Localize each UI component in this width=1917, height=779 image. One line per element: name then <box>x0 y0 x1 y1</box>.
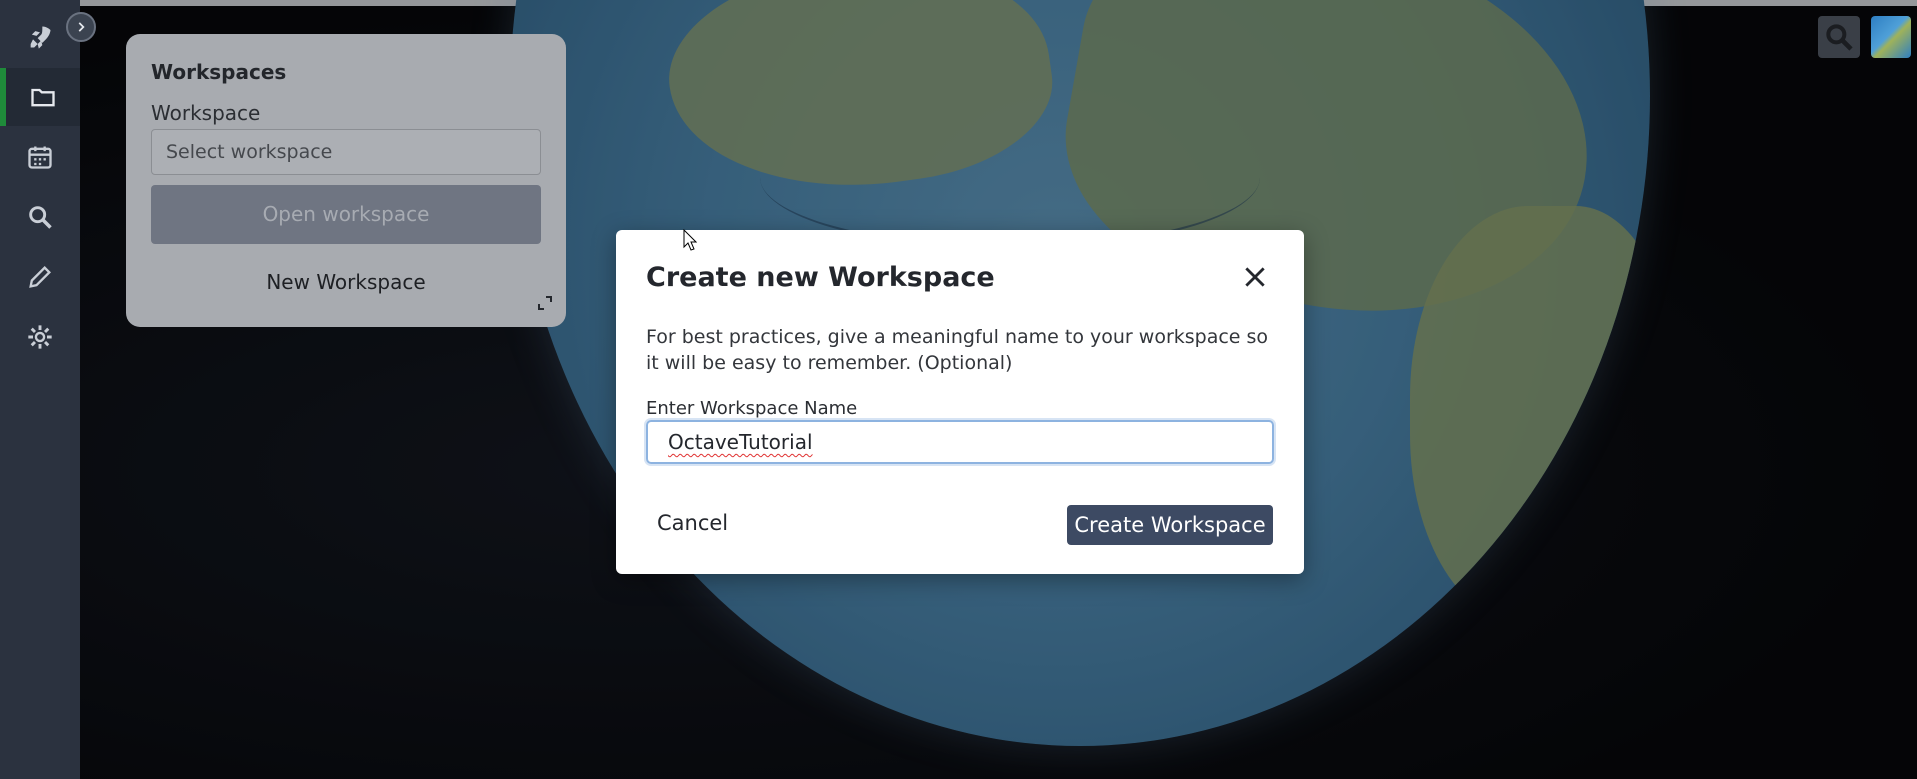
map-search-button[interactable] <box>1818 16 1860 58</box>
search-icon <box>1826 24 1853 51</box>
dialog-description: For best practices, give a meaningful na… <box>646 326 1269 374</box>
pencil-icon <box>29 266 51 288</box>
sidebar-item-workspaces[interactable] <box>0 68 80 126</box>
folder-icon <box>31 88 55 107</box>
calendar-icon <box>28 146 52 169</box>
sidebar-item-settings[interactable] <box>0 308 80 366</box>
workspace-select[interactable]: Select workspace <box>151 129 541 175</box>
sidebar-expand-button[interactable] <box>66 12 96 42</box>
chevron-right-icon <box>78 22 85 32</box>
open-workspace-button[interactable]: Open workspace <box>151 185 541 244</box>
map-layer-icon[interactable] <box>1871 16 1911 58</box>
panel-title: Workspaces <box>151 60 287 84</box>
create-workspace-button[interactable]: Create Workspace <box>1067 505 1273 545</box>
left-sidebar <box>0 0 80 779</box>
create-workspace-dialog: Create new Workspace For best practices,… <box>616 230 1304 574</box>
mouse-cursor-icon <box>683 229 697 251</box>
sidebar-item-draw[interactable] <box>0 248 80 306</box>
dialog-title: Create new Workspace <box>646 262 995 293</box>
cancel-button[interactable]: Cancel <box>657 511 728 535</box>
expand-panel-icon[interactable] <box>538 296 552 310</box>
sidebar-item-calendar[interactable] <box>0 128 80 186</box>
sidebar-item-search[interactable] <box>0 188 80 246</box>
workspace-name-input[interactable]: OctaveTutorial <box>646 420 1274 464</box>
rocket-icon <box>30 26 51 49</box>
gear-icon <box>28 325 52 349</box>
workspaces-panel: Workspaces Workspace Select workspace Op… <box>126 34 566 327</box>
sidebar-item-launch[interactable] <box>0 8 80 66</box>
close-icon[interactable] <box>1242 264 1268 290</box>
workspace-name-label: Enter Workspace Name <box>646 398 858 419</box>
new-workspace-link[interactable]: New Workspace <box>151 270 541 294</box>
workspace-label: Workspace <box>151 101 261 125</box>
search-icon <box>29 206 52 229</box>
workspace-name-value: OctaveTutorial <box>668 430 813 454</box>
